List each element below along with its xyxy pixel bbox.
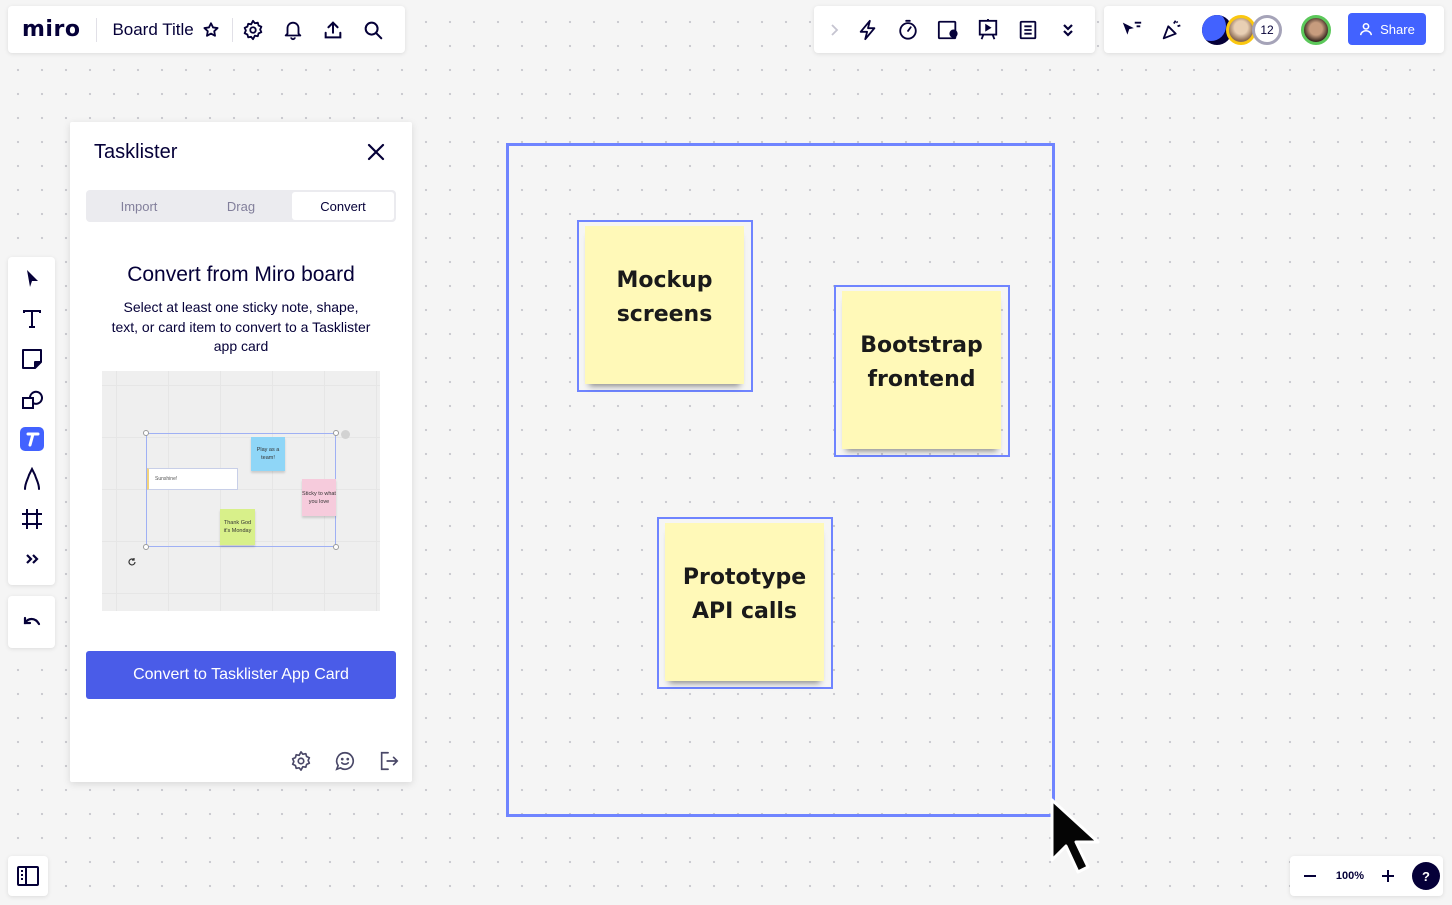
pen-tool-icon[interactable] [12, 459, 52, 499]
tasklister-app-icon[interactable] [12, 419, 52, 459]
preview-rotate-icon [128, 558, 136, 566]
preview-handle [333, 430, 339, 436]
preview-sticky: Sticky to what you love [302, 479, 336, 516]
expand-chevron-icon[interactable] [820, 10, 848, 50]
collaboration-bar: 12 Share [1104, 6, 1444, 53]
tab-drag[interactable]: Drag [190, 192, 292, 220]
select-tool-icon[interactable] [12, 259, 52, 299]
sticky-note-tool-icon[interactable] [12, 339, 52, 379]
shapes-tool-icon[interactable] [12, 379, 52, 419]
convert-description: Select at least one sticky note, shape, … [111, 299, 371, 354]
sticky-selection[interactable]: Bootstrap frontend [834, 285, 1010, 457]
lightning-icon[interactable] [848, 10, 888, 50]
feedback-icon[interactable] [332, 748, 358, 774]
sticky-selection[interactable]: Prototype API calls [657, 517, 833, 689]
mouse-cursor-icon [1050, 798, 1100, 874]
convert-heading: Convert from Miro board [127, 263, 355, 286]
search-icon[interactable] [353, 10, 393, 50]
board-header: miro Board Title [8, 6, 405, 53]
sticky-text-line: API calls [691, 599, 798, 624]
preview-handle [143, 430, 149, 436]
panel-title: Tasklister [94, 141, 178, 163]
undo-icon[interactable] [12, 602, 52, 642]
presentation-icon[interactable] [968, 10, 1008, 50]
text-tool-icon[interactable] [12, 299, 52, 339]
tab-convert[interactable]: Convert [292, 192, 394, 220]
more-collaborators-count[interactable]: 12 [1252, 14, 1282, 45]
sticky-selection[interactable]: Mockup screens [577, 220, 753, 392]
zoom-in-icon[interactable] [1372, 856, 1404, 896]
notes-icon[interactable] [1008, 10, 1048, 50]
celebrate-icon[interactable] [1152, 10, 1192, 50]
preview-sticky: Thank God it's Monday [220, 509, 255, 545]
sticky-text-line: Bootstrap [860, 333, 983, 358]
zoom-out-icon[interactable] [1290, 856, 1330, 896]
reactions-cursor-icon[interactable] [1112, 10, 1152, 50]
frame-tool-icon[interactable] [12, 499, 52, 539]
preview-handle [143, 544, 149, 550]
help-button[interactable]: ? [1412, 862, 1440, 890]
collaborator-count: 12 [1260, 22, 1274, 37]
export-icon[interactable] [313, 10, 353, 50]
user-icon [1360, 22, 1373, 36]
preview-text-item: Sunshine! [147, 468, 238, 490]
board-sidebar-icon [17, 866, 39, 886]
share-button[interactable]: Share [1348, 13, 1426, 45]
sticky-text-line: screens [616, 302, 713, 327]
more-chevrons-icon[interactable] [1048, 10, 1088, 50]
sticky-text-line: Prototype [682, 565, 807, 590]
video-card-icon[interactable] [928, 10, 968, 50]
preview-plus-icon [341, 430, 350, 439]
settings-icon[interactable] [233, 10, 273, 50]
undo-panel [8, 596, 55, 648]
board-title[interactable]: Board Title [112, 20, 193, 40]
sidebar-toggle-button[interactable] [8, 856, 48, 896]
divider [96, 17, 98, 42]
tab-import[interactable]: Import [88, 192, 190, 220]
zoom-level[interactable]: 100% [1330, 870, 1370, 882]
sign-out-icon[interactable] [376, 748, 402, 774]
star-icon[interactable] [200, 19, 222, 41]
miro-logo[interactable]: miro [22, 17, 80, 42]
settings-icon[interactable] [288, 748, 314, 774]
convert-preview-image: Sunshine! Play as a team! Sticky to what… [102, 371, 380, 611]
timer-icon[interactable] [888, 10, 928, 50]
sticky-text-line: frontend [867, 367, 976, 392]
preview-handle [333, 544, 339, 550]
creation-toolbar [8, 257, 55, 585]
current-user-avatar[interactable] [1301, 14, 1331, 45]
share-label: Share [1380, 21, 1415, 37]
more-tools-icon[interactable] [12, 539, 52, 579]
zoom-controls: 100% ? [1290, 856, 1443, 896]
preview-sticky: Play as a team! [251, 437, 285, 471]
apps-toolbar [814, 6, 1095, 53]
close-icon[interactable] [362, 138, 390, 166]
sticky-note[interactable]: Mockup screens [585, 226, 744, 384]
notifications-icon[interactable] [273, 10, 313, 50]
sticky-note[interactable]: Prototype API calls [665, 523, 824, 681]
convert-to-app-card-button[interactable]: Convert to Tasklister App Card [86, 651, 396, 699]
sticky-note[interactable]: Bootstrap frontend [842, 291, 1001, 449]
tasklister-tabs: Import Drag Convert [86, 190, 396, 222]
sticky-text-line: Mockup [616, 268, 713, 293]
tasklister-panel: Tasklister Import Drag Convert Convert f… [70, 122, 412, 782]
